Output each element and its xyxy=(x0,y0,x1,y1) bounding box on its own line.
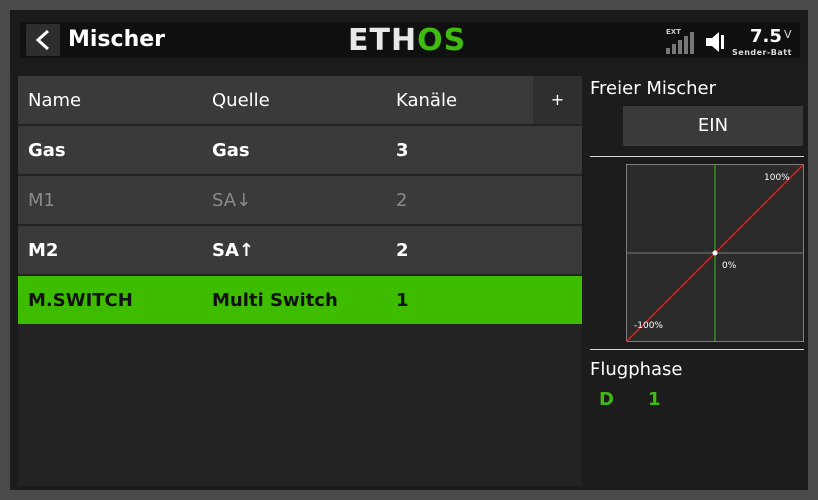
battery-value: 7.5 xyxy=(750,26,782,47)
flight-phase-item: 1 xyxy=(648,389,661,410)
curve-point xyxy=(712,250,718,256)
divider xyxy=(590,349,804,350)
row-channels: 1 xyxy=(396,290,409,311)
row-channels: 2 xyxy=(396,240,409,261)
flight-phase-label: Flugphase xyxy=(590,359,683,380)
curve-label-mid: 0% xyxy=(722,261,737,271)
battery-label: Sender-Batt xyxy=(732,48,792,57)
table-header: Name Quelle Kanäle + xyxy=(18,76,582,124)
logo-accent: OS xyxy=(417,23,467,58)
battery-unit: V xyxy=(784,28,792,41)
add-mixer-button[interactable]: + xyxy=(533,76,582,124)
divider xyxy=(590,156,804,157)
curve-label-min: -100% xyxy=(634,321,663,331)
row-channels: 3 xyxy=(396,140,409,161)
row-name: M2 xyxy=(28,240,59,261)
mixer-table: Name Quelle Kanäle + Gas Gas 3 M1 SA↓ 2 … xyxy=(18,76,582,486)
row-name: M.SWITCH xyxy=(28,290,133,311)
speaker-icon[interactable] xyxy=(704,30,728,54)
screen-frame: Mischer ETHOS EXT 7.5 V Sender-Batt Name… xyxy=(10,10,808,490)
column-header-source: Quelle xyxy=(212,90,270,111)
column-header-name: Name xyxy=(28,90,82,111)
curve-label-max: 100% xyxy=(764,173,790,183)
page-title: Mischer xyxy=(68,27,166,52)
row-name: Gas xyxy=(28,140,66,161)
ethos-logo: ETHOS xyxy=(348,23,467,58)
row-source: Multi Switch xyxy=(212,290,338,311)
table-row[interactable]: M2 SA↑ 2 xyxy=(18,226,582,274)
row-name: M1 xyxy=(28,190,55,211)
free-mixer-label: Freier Mischer xyxy=(590,78,717,99)
table-row[interactable]: Gas Gas 3 xyxy=(18,126,582,174)
back-button[interactable] xyxy=(26,24,60,56)
row-channels: 2 xyxy=(396,190,408,211)
table-row-selected[interactable]: M.SWITCH Multi Switch 1 xyxy=(18,276,582,324)
flight-phase-item: D xyxy=(599,389,614,410)
signal-icon: EXT xyxy=(666,28,702,54)
curve-preview: 100% 0% -100% xyxy=(626,164,804,342)
row-source: SA↑ xyxy=(212,240,254,261)
table-row[interactable]: M1 SA↓ 2 xyxy=(18,176,582,224)
row-source: Gas xyxy=(212,140,250,161)
logo-main: ETH xyxy=(348,23,418,58)
free-mixer-toggle[interactable]: EIN xyxy=(623,106,803,146)
row-source: SA↓ xyxy=(212,190,252,211)
header: Mischer ETHOS EXT 7.5 V Sender-Batt xyxy=(10,10,808,66)
chevron-left-icon xyxy=(35,29,50,51)
column-header-channels: Kanäle xyxy=(396,90,458,111)
signal-label: EXT xyxy=(666,28,681,36)
